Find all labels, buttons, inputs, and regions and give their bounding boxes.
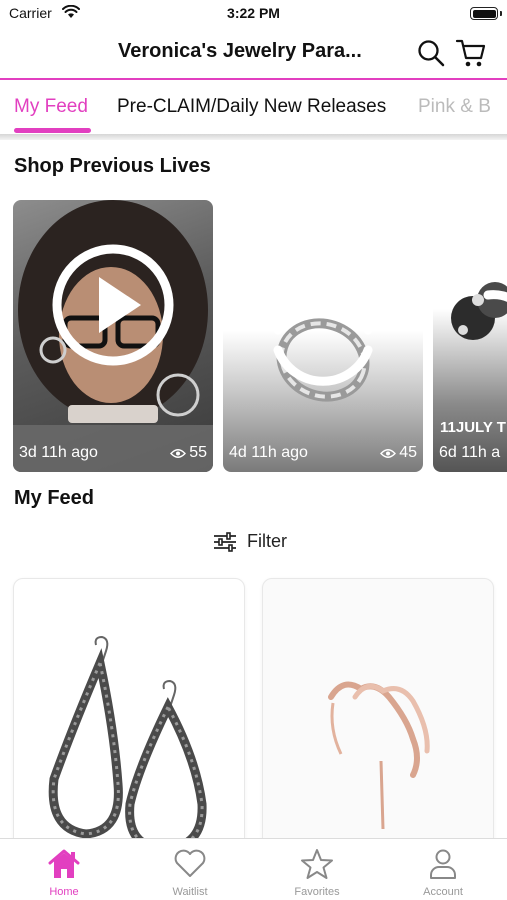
filter-label: Filter: [247, 531, 287, 551]
tabbar-home[interactable]: Home: [14, 847, 114, 898]
live-video-card[interactable]: 11JULY T 6d 11h a: [433, 200, 507, 472]
play-icon[interactable]: [51, 243, 175, 367]
tab-my-feed[interactable]: My Feed: [14, 96, 88, 118]
eye-icon: [170, 448, 187, 458]
header-divider: [0, 78, 507, 80]
live-title: 11JULY T: [440, 419, 506, 436]
tab-indicator: [14, 128, 91, 133]
app-header: Veronica's Jewelry Para...: [0, 28, 507, 78]
live-video-card[interactable]: 3d 11h ago 55: [13, 200, 213, 472]
tabbar-waitlist[interactable]: Waitlist: [140, 847, 240, 898]
eye-icon: [380, 448, 397, 458]
person-icon: [430, 849, 456, 879]
tabbar-label: Waitlist: [172, 886, 208, 898]
heart-icon: [174, 849, 206, 877]
product-card[interactable]: [262, 578, 494, 848]
tabs-shadow: [0, 134, 507, 140]
tabbar-label: Favorites: [294, 886, 340, 898]
filter-sliders-icon: [214, 531, 236, 552]
cart-icon: [455, 39, 486, 67]
tab-pre-claim[interactable]: Pre-CLAIM/Daily New Releases: [117, 96, 386, 118]
search-button[interactable]: [414, 36, 448, 70]
tab-pink[interactable]: Pink & B: [418, 96, 491, 118]
live-age: 6d 11h a: [439, 444, 501, 461]
tabbar-label: Home: [49, 886, 79, 898]
status-bar: Carrier 3:22 PM: [0, 0, 507, 28]
live-age: 3d 11h ago: [19, 444, 98, 461]
store-title: Veronica's Jewelry Para...: [118, 40, 362, 62]
search-icon: [418, 40, 445, 67]
previous-lives-carousel: 3d 11h ago 55 4d 11h ago 45 11JULY T 6d …: [0, 200, 507, 472]
previous-lives-title: Shop Previous Lives: [14, 155, 211, 177]
product-card[interactable]: [13, 578, 245, 848]
clock: 3:22 PM: [227, 5, 280, 21]
ring-photo: [273, 294, 373, 402]
home-icon: [48, 849, 80, 878]
category-tabs: My Feed Pre-CLAIM/Daily New Releases Pin…: [0, 82, 507, 134]
tabbar-favorites[interactable]: Favorites: [267, 847, 367, 898]
live-video-card[interactable]: 4d 11h ago 45: [223, 200, 423, 472]
tabbar-label: Account: [423, 886, 463, 898]
tabbar-account[interactable]: Account: [393, 847, 493, 898]
heart-hoop-product-image: [328, 681, 430, 830]
bottom-tab-bar: Home Waitlist Favorites Account: [0, 838, 507, 900]
feed-title: My Feed: [14, 487, 95, 509]
earrings-product-image: [48, 635, 207, 847]
battery-icon: [470, 7, 498, 20]
live-age: 4d 11h ago: [229, 444, 308, 461]
view-count: 45: [399, 444, 417, 461]
filter-button[interactable]: Filter: [213, 531, 287, 552]
cart-button[interactable]: [454, 36, 488, 70]
view-count: 55: [189, 444, 207, 461]
star-icon: [301, 849, 333, 879]
